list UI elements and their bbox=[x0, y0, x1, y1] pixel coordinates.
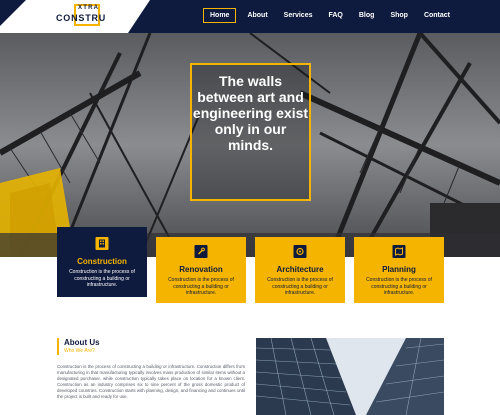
service-title: Construction bbox=[77, 257, 127, 266]
about-body-text: Construction is the process of construct… bbox=[57, 364, 245, 399]
logo-main-text: CONSTRU bbox=[56, 13, 107, 23]
service-card-renovation[interactable]: Renovation Construction is the process o… bbox=[156, 237, 246, 303]
service-card-architecture[interactable]: Architecture Construction is the process… bbox=[255, 237, 345, 303]
gear-icon bbox=[293, 245, 307, 258]
logo-top-text: XTRA bbox=[78, 5, 100, 11]
about-heading: About Us Who We Are? bbox=[57, 338, 100, 355]
service-text: Construction is the process of construct… bbox=[69, 269, 135, 288]
hero-section: The walls between art and engineering ex… bbox=[0, 33, 500, 257]
about-title: About Us bbox=[64, 338, 100, 347]
nav-services[interactable]: Services bbox=[279, 8, 318, 23]
logo[interactable]: XTRA CONSTRU bbox=[0, 0, 150, 33]
service-title: Renovation bbox=[179, 265, 223, 274]
building-icon bbox=[95, 237, 109, 250]
main-nav: Home About Services FAQ Blog Shop Contac… bbox=[203, 8, 461, 23]
nav-shop[interactable]: Shop bbox=[385, 8, 413, 23]
wrench-icon bbox=[194, 245, 208, 258]
service-text: Construction is the process of construct… bbox=[168, 277, 234, 296]
service-text: Construction is the process of construct… bbox=[366, 277, 432, 296]
skyscraper-illustration bbox=[256, 338, 444, 415]
service-card-planning[interactable]: Planning Construction is the process of … bbox=[354, 237, 444, 303]
service-card-construction[interactable]: Construction Construction is the process… bbox=[57, 227, 147, 297]
nav-blog[interactable]: Blog bbox=[354, 8, 380, 23]
service-title: Planning bbox=[382, 265, 416, 274]
service-title: Architecture bbox=[276, 265, 324, 274]
skyscraper-image bbox=[256, 338, 444, 415]
about-subtitle: Who We Are? bbox=[64, 348, 95, 354]
nav-faq[interactable]: FAQ bbox=[323, 8, 347, 23]
map-icon bbox=[392, 245, 406, 258]
nav-about[interactable]: About bbox=[242, 8, 272, 23]
service-text: Construction is the process of construct… bbox=[267, 277, 333, 296]
hero-headline: The walls between art and engineering ex… bbox=[192, 73, 309, 153]
nav-home[interactable]: Home bbox=[203, 8, 237, 23]
site-header: XTRA CONSTRU Home About Services FAQ Blo… bbox=[0, 0, 500, 33]
nav-contact[interactable]: Contact bbox=[419, 8, 455, 23]
hero-headline-box: The walls between art and engineering ex… bbox=[190, 63, 311, 201]
